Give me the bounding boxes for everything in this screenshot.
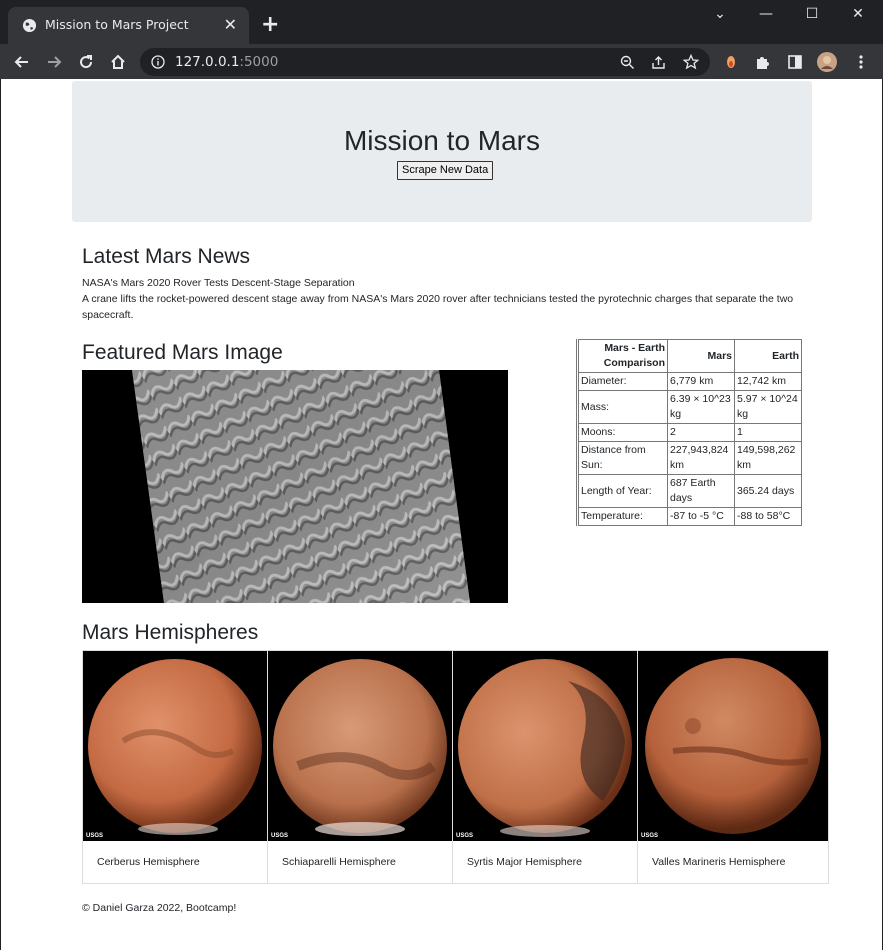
table-cell: Mass: [577,390,668,424]
hemisphere-card-syrtis-major[interactable]: USGS Syrtis Major Hemisphere [453,651,638,883]
news-title: NASA's Mars 2020 Rover Tests Descent-Sta… [82,277,355,289]
hemisphere-card-schiaparelli[interactable]: USGS Schiaparelli Hemisphere [268,651,453,883]
hemisphere-card-cerberus[interactable]: USGS Cerberus Hemisphere [83,651,268,883]
share-icon[interactable] [651,55,666,70]
table-cell: 227,943,824 km [667,441,735,475]
table-cell: 12,742 km [734,372,802,391]
bookmark-star-icon[interactable] [683,54,699,70]
news-paragraph: A crane lifts the rocket-powered descent… [82,293,794,321]
url-text[interactable]: 127.0.0.1:5000 [175,54,278,70]
close-window-button[interactable]: ✕ [835,6,881,26]
zoom-out-icon[interactable] [620,55,635,70]
reload-icon[interactable] [75,51,97,73]
back-icon[interactable] [11,51,33,73]
table-row: Diameter: 6,779 km 12,742 km [577,372,802,391]
usgs-watermark: USGS [456,833,474,839]
hemispheres-heading: Mars Hemispheres [82,621,259,644]
globe-icon [22,18,37,33]
table-row: Length of Year: 687 Earth days 365.24 da… [577,474,802,508]
usgs-watermark: USGS [86,833,104,839]
web-page: Mission to Mars Scrape New Data Latest M… [1,79,882,950]
hemisphere-image[interactable]: USGS [638,651,828,841]
info-icon[interactable] [151,55,165,69]
hemisphere-label[interactable]: Syrtis Major Hemisphere [467,856,582,868]
table-row: Distance from Sun: 227,943,824 km 149,59… [577,441,802,475]
table-cell: Temperature: [577,507,668,526]
table-row: Mass: 6.39 × 10^23 kg 5.97 × 10^24 kg [577,390,802,424]
featured-mars-image [82,370,508,603]
table-cell: -87 to -5 °C [667,507,735,526]
menu-kebab-icon[interactable] [850,51,872,73]
hemisphere-card-valles-marineris[interactable]: USGS Valles Marineris Hemisphere [638,651,828,883]
home-icon[interactable] [107,51,129,73]
page-footer: © Daniel Garza 2022, Bootcamp! [82,902,237,914]
hemisphere-label[interactable]: Schiaparelli Hemisphere [282,856,396,868]
maximize-button[interactable]: ☐ [789,6,835,26]
scrape-new-data-button[interactable]: Scrape New Data [397,161,494,180]
latest-news-heading: Latest Mars News [82,245,251,268]
table-row: Temperature: -87 to -5 °C -88 to 58°C [577,507,802,526]
facts-header-mars: Mars [667,339,735,373]
table-cell: Length of Year: [577,474,668,508]
table-cell: 149,598,262 km [734,441,802,475]
table-cell: -88 to 58°C [734,507,802,526]
tab-close-icon[interactable]: ✕ [224,16,237,34]
profile-avatar[interactable] [816,51,838,73]
browser-toolbar: 127.0.0.1:5000 [0,44,883,79]
table-cell: 1 [734,423,802,442]
side-panel-icon[interactable] [784,51,806,73]
page-header-jumbotron: Mission to Mars Scrape New Data [72,81,812,222]
usgs-watermark: USGS [641,833,659,839]
hemisphere-label[interactable]: Valles Marineris Hemisphere [652,856,785,868]
extension-icon[interactable] [720,51,742,73]
table-cell: Moons: [577,423,668,442]
table-cell: Distance from Sun: [577,441,668,475]
mars-earth-facts-table: Mars - Earth Comparison Mars Earth Diame… [576,339,802,526]
tab-title: Mission to Mars Project [45,17,189,32]
hemisphere-image[interactable]: USGS [453,651,637,841]
browser-tab-strip: Mission to Mars Project ✕ + ⌄ — ☐ ✕ [0,0,883,44]
table-cell: 365.24 days [734,474,802,508]
hemisphere-image[interactable]: USGS [268,651,452,841]
browser-tab[interactable]: Mission to Mars Project ✕ [8,7,249,44]
table-cell: 687 Earth days [667,474,735,508]
address-bar[interactable]: 127.0.0.1:5000 [140,48,710,76]
hemisphere-image[interactable]: USGS [83,651,267,841]
usgs-watermark: USGS [271,833,289,839]
page-title: Mission to Mars [343,125,541,156]
minimize-button[interactable]: — [743,6,789,26]
table-cell: 6,779 km [667,372,735,391]
tab-search-icon[interactable]: ⌄ [697,6,743,26]
extensions-puzzle-icon[interactable] [752,51,774,73]
table-cell: 6.39 × 10^23 kg [667,390,735,424]
facts-header-comparison: Mars - Earth Comparison [577,339,668,373]
hemispheres-gallery: USGS Cerberus Hemisphere USGS Schiaparel… [82,650,829,884]
forward-icon[interactable] [43,51,65,73]
table-cell: Diameter: [577,372,668,391]
featured-image-heading: Featured Mars Image [82,341,283,364]
table-cell: 5.97 × 10^24 kg [734,390,802,424]
hemisphere-label[interactable]: Cerberus Hemisphere [97,856,200,868]
table-row: Moons: 2 1 [577,423,802,442]
facts-header-earth: Earth [734,339,802,373]
new-tab-button[interactable]: + [261,14,279,36]
table-cell: 2 [667,423,735,442]
